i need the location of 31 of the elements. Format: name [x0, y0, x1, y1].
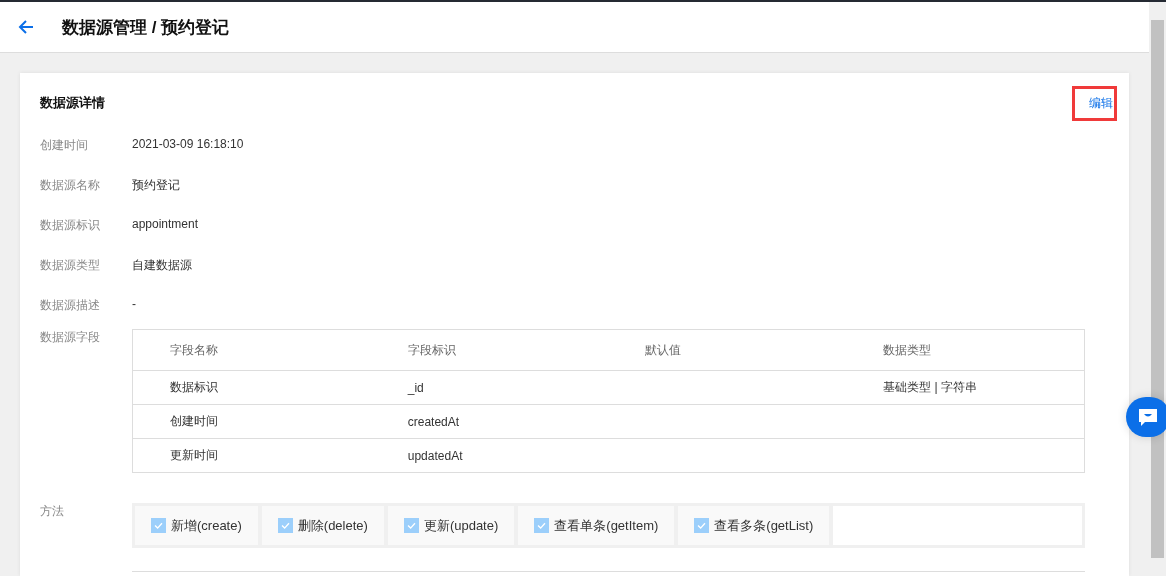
table-cell: 更新时间 — [132, 438, 371, 473]
table-cell: 创建时间 — [132, 404, 371, 439]
field-label: 方法 — [40, 503, 65, 520]
field-label: 创建时间 — [40, 137, 89, 154]
field-label: 数据源类型 — [40, 257, 101, 274]
field-label: 数据源字段 — [40, 329, 101, 346]
column-header: 字段名称 — [132, 329, 371, 371]
table-cell: 基础类型 | 字符串 — [846, 370, 1085, 405]
method-option[interactable]: 查看单条(getItem) — [518, 506, 675, 545]
field-label: 数据源名称 — [40, 177, 101, 194]
field-value: 自建数据源 — [132, 257, 192, 274]
field-value: appointment — [132, 217, 199, 231]
column-header: 数据类型 — [846, 329, 1085, 371]
column-header: 字段标识 — [370, 329, 609, 371]
column-header: 默认值 — [608, 329, 847, 371]
table-cell: updatedAt — [370, 438, 609, 473]
field-value: 2021-03-09 16:18:10 — [132, 137, 244, 151]
field-value: 预约登记 — [132, 177, 180, 194]
page-title: 数据源管理 / 预约登记 — [62, 16, 230, 39]
field-value: - — [132, 297, 136, 311]
method-option[interactable]: 更新(update) — [387, 506, 515, 545]
field-label: 数据源描述 — [40, 297, 101, 314]
table-cell: 数据标识 — [132, 370, 371, 405]
method-option[interactable]: 删除(delete) — [261, 506, 384, 545]
method-option[interactable]: 新增(create) — [135, 506, 258, 545]
field-label: 数据源标识 — [40, 217, 101, 234]
edit-link[interactable]: 编辑 — [1072, 85, 1117, 121]
method-option[interactable]: 查看多条(getList) — [678, 506, 830, 545]
table-cell: createdAt — [370, 404, 609, 439]
table-cell: _id — [370, 370, 609, 405]
card-title: 数据源详情 — [40, 94, 105, 112]
